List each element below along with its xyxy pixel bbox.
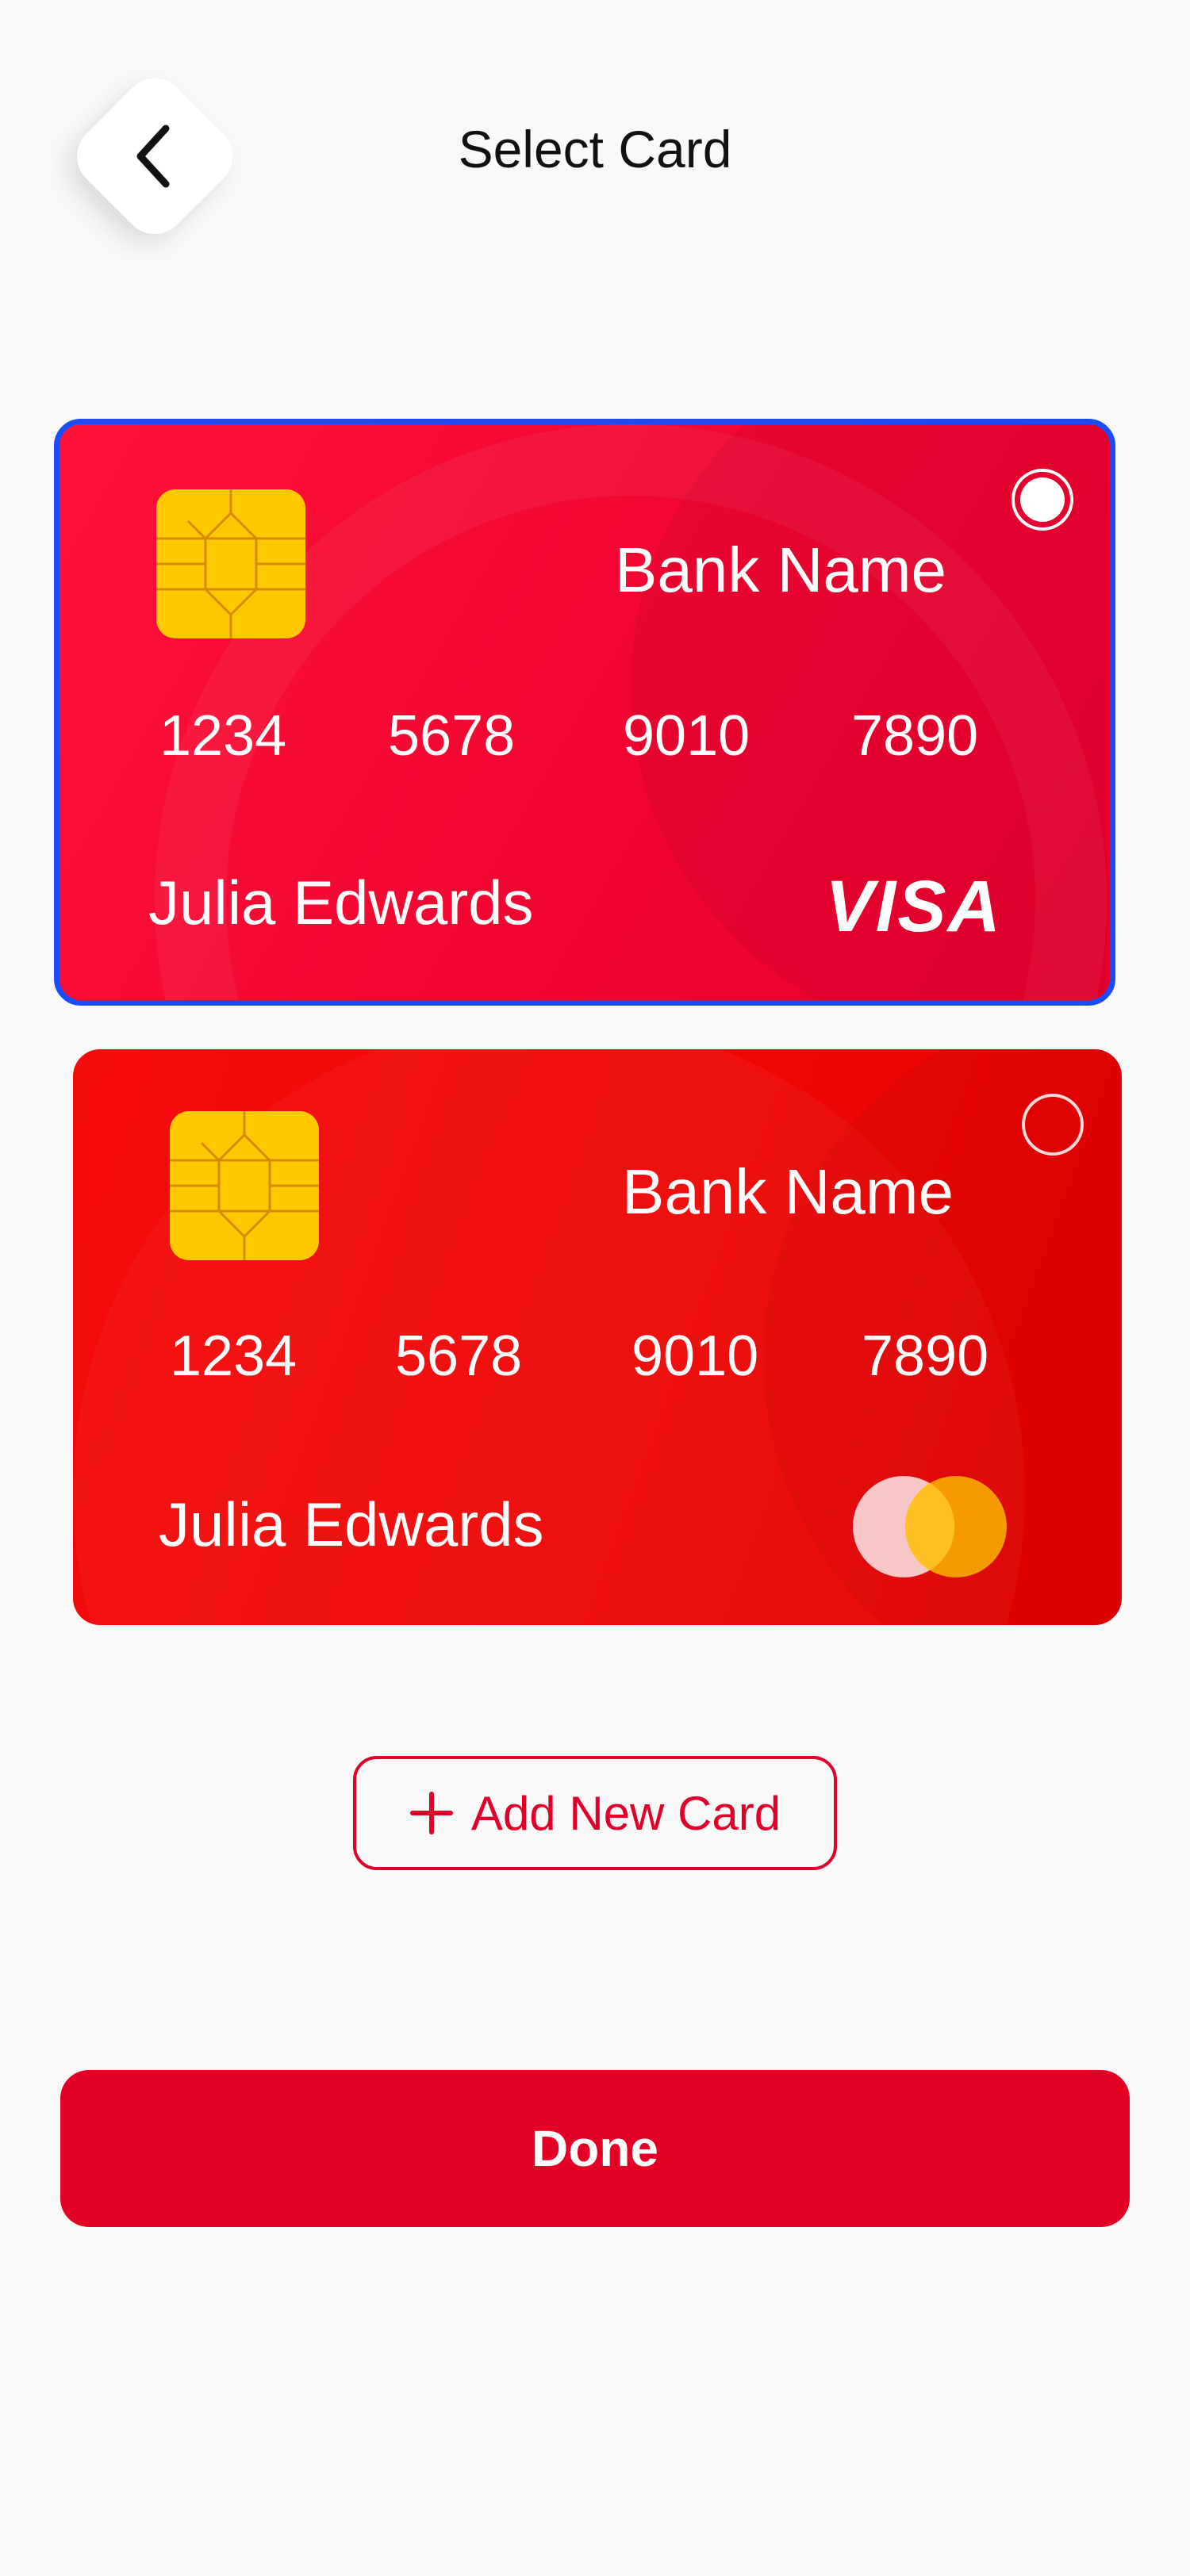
bank-name: Bank Name [615,535,946,605]
chip-icon [156,489,305,638]
done-button[interactable]: Done [60,2070,1130,2227]
chevron-left-icon [136,125,170,188]
card-number-group: 1234 [159,704,287,768]
visa-logo: VISA [825,866,1002,947]
card-number-group: 9010 [631,1324,759,1388]
card-number-group: 5678 [395,1324,523,1388]
plus-icon [409,1792,453,1834]
chip-icon [170,1111,319,1260]
card-number-group: 9010 [623,704,750,768]
mastercard-logo-icon [853,1476,1007,1577]
card-holder-name: Julia Edwards [159,1489,544,1559]
card-number-group: 5678 [388,704,516,768]
payment-card-visa[interactable]: Bank Name 1234 5678 9010 7890 Julia Edwa… [54,419,1115,1006]
payment-card-mastercard[interactable]: Bank Name 1234 5678 9010 7890 Julia Edwa… [73,1049,1122,1625]
card-number-group: 1234 [170,1324,298,1388]
card-number-group: 7890 [862,1324,989,1388]
card-select-radio[interactable] [1012,469,1073,531]
bank-name: Bank Name [622,1156,954,1227]
page-title: Select Card [458,120,732,178]
card-select-radio[interactable] [1022,1094,1084,1156]
card-holder-name: Julia Edwards [148,868,534,937]
add-new-card-label: Add New Card [470,1786,781,1840]
card-number-group: 7890 [851,704,979,768]
add-new-card-button[interactable]: Add New Card [353,1756,837,1870]
